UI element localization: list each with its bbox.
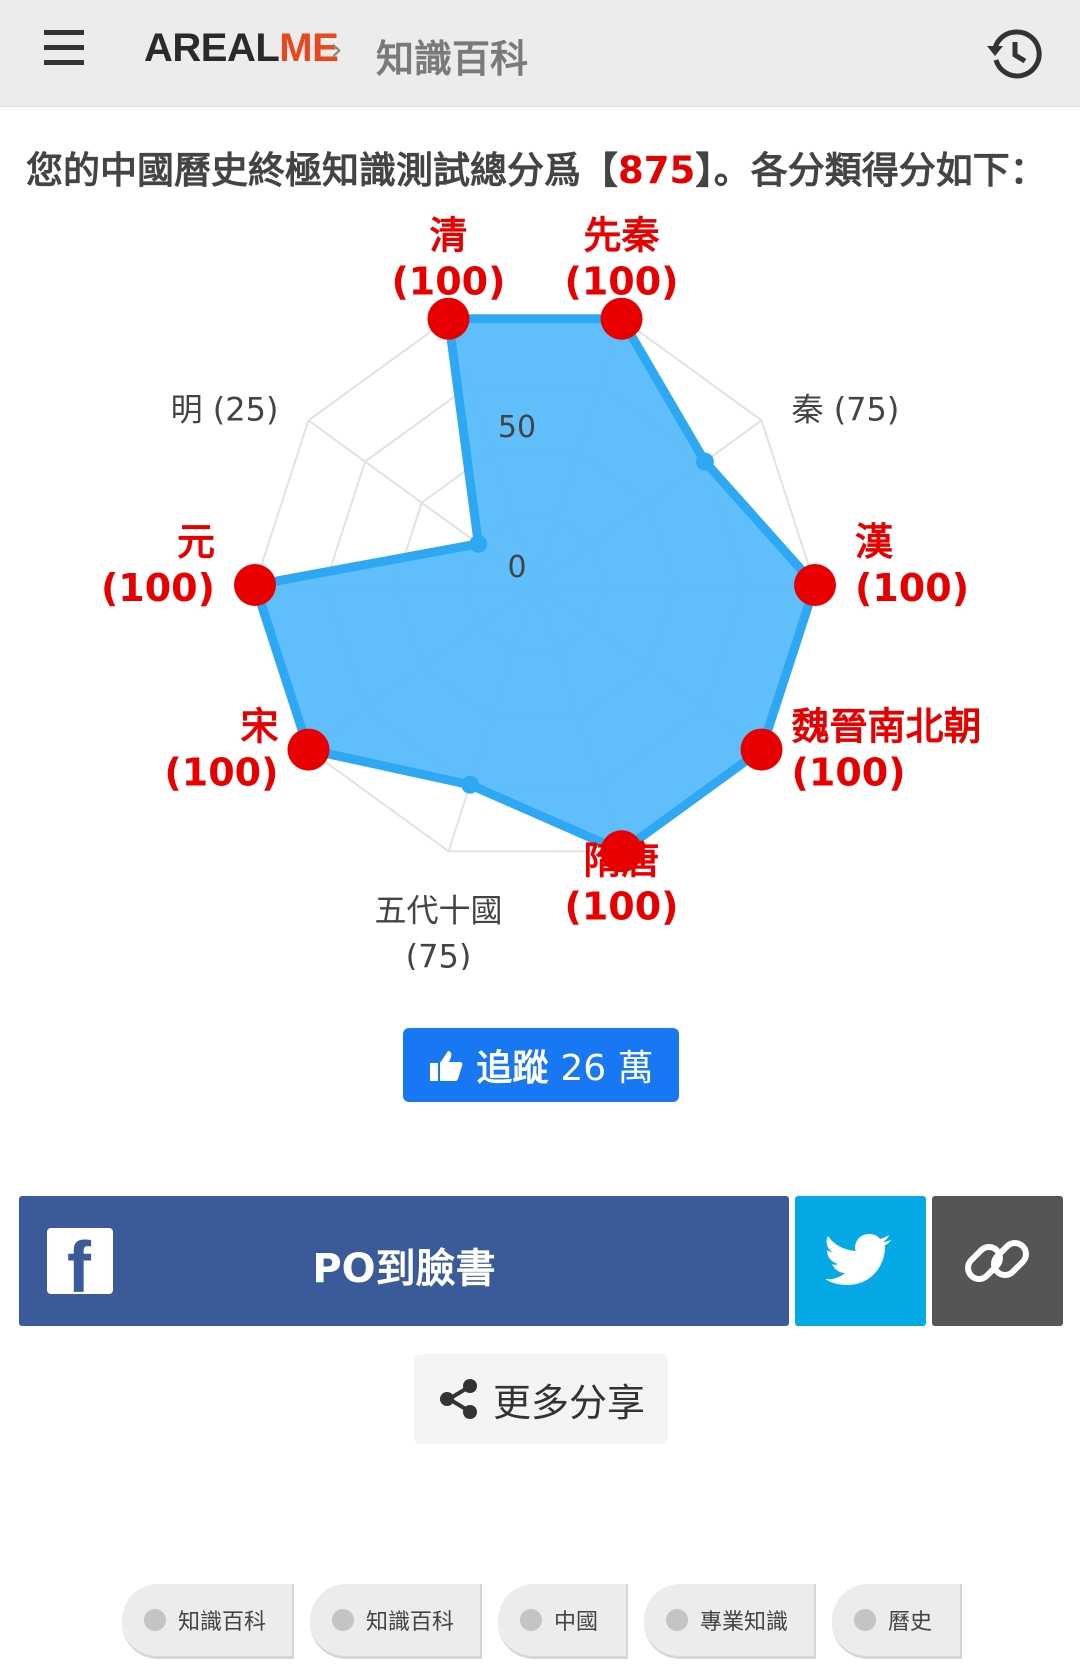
tag-item[interactable]: 知識百科 [310, 1584, 482, 1659]
radar-point-秦 [695, 452, 714, 471]
follow-button[interactable]: 追蹤 26 萬 [403, 1028, 679, 1102]
tag-label: 專業知識 [700, 1610, 789, 1635]
radar-label-元: 元 [177, 520, 215, 564]
radar-value-先秦: (100) [564, 260, 678, 304]
tag-item[interactable]: 知識百科 [122, 1584, 294, 1659]
twitter-icon [825, 1234, 891, 1285]
radar-scale-label: 0 [507, 550, 526, 585]
twitter-share-button[interactable] [795, 1196, 926, 1326]
tag-item[interactable]: 中國 [498, 1584, 628, 1659]
follow-count: 26 萬 [560, 1048, 654, 1089]
radar-label-五代十國: 五代十國 [374, 891, 502, 929]
link-icon [965, 1240, 1029, 1282]
radar-point-漢 [794, 564, 836, 606]
thumbs-up-icon [430, 1051, 463, 1081]
radar-point-五代十國 [461, 775, 480, 794]
radar-value-漢: (100) [855, 566, 969, 610]
facebook-share-label: PO到臉書 [312, 1246, 496, 1292]
radar-value-五代十國: (75) [406, 937, 472, 970]
radar-label-秦: 秦 (75) [792, 390, 900, 428]
tag-label: 知識百科 [178, 1610, 267, 1635]
top-bar: AREALME › 知識百科 [0, 0, 1080, 107]
result-headline: 您的中國曆史終極知識測試總分爲【875】。各分類得分如下： [26, 140, 1066, 194]
radar-label-隋唐: 隋唐 [584, 838, 660, 882]
radar-point-明 [469, 534, 488, 553]
radar-point-清 [427, 297, 470, 340]
radar-scale-label: 50 [498, 410, 536, 445]
total-score: 875 [618, 149, 696, 192]
radar-label-清: 清 [429, 214, 467, 258]
tag-label: 中國 [554, 1610, 599, 1635]
history-icon[interactable] [984, 24, 1044, 84]
radar-label-漢: 漢 [855, 520, 894, 564]
tag-item[interactable]: 專業知識 [644, 1584, 816, 1659]
radar-label-魏晉南北朝: 魏晉南北朝 [792, 705, 982, 749]
radar-point-先秦 [600, 297, 643, 340]
radar-label-明: 明 (25) [171, 390, 279, 428]
tag-item[interactable]: 曆史 [832, 1584, 962, 1659]
more-share-button[interactable]: 更多分享 [414, 1354, 668, 1444]
radar-value-清: (100) [391, 260, 505, 304]
radar-value-隋唐: (100) [564, 884, 678, 928]
radar-value-宋: (100) [164, 751, 278, 795]
menu-icon[interactable] [40, 30, 88, 74]
radar-point-宋 [287, 728, 330, 771]
tag-label: 曆史 [888, 1610, 933, 1635]
brand-logo[interactable]: AREALME [144, 26, 339, 71]
copy-link-button[interactable] [932, 1196, 1063, 1326]
share-icon [439, 1379, 477, 1419]
headline-suffix: 】。各分類得分如下： [695, 149, 1047, 192]
radar-point-元 [234, 564, 276, 606]
follow-label: 追蹤 [476, 1048, 549, 1089]
facebook-share-button[interactable]: f PO到臉書 [19, 1196, 789, 1326]
radar-chart: 050先秦(100)秦 (75)漢(100)魏晉南北朝(100)隋唐(100)五… [101, 214, 982, 970]
brand-text-a: AREAL [144, 26, 280, 70]
radar-label-宋: 宋 [240, 705, 278, 749]
radar-point-魏晉南北朝 [740, 728, 783, 771]
radar-value-元: (100) [101, 566, 215, 610]
radar-label-先秦: 先秦 [584, 214, 660, 258]
radar-value-魏晉南北朝: (100) [792, 751, 906, 795]
breadcrumb-category[interactable]: 知識百科 [376, 28, 528, 83]
breadcrumb-separator: › [330, 30, 343, 68]
tag-list: 知識百科 知識百科 中國 專業知識 曆史 [0, 1584, 1080, 1660]
tag-label: 知識百科 [366, 1610, 455, 1635]
headline-prefix: 您的中國曆史終極知識測試總分爲【 [26, 149, 618, 192]
more-share-label: 更多分享 [492, 1380, 645, 1425]
